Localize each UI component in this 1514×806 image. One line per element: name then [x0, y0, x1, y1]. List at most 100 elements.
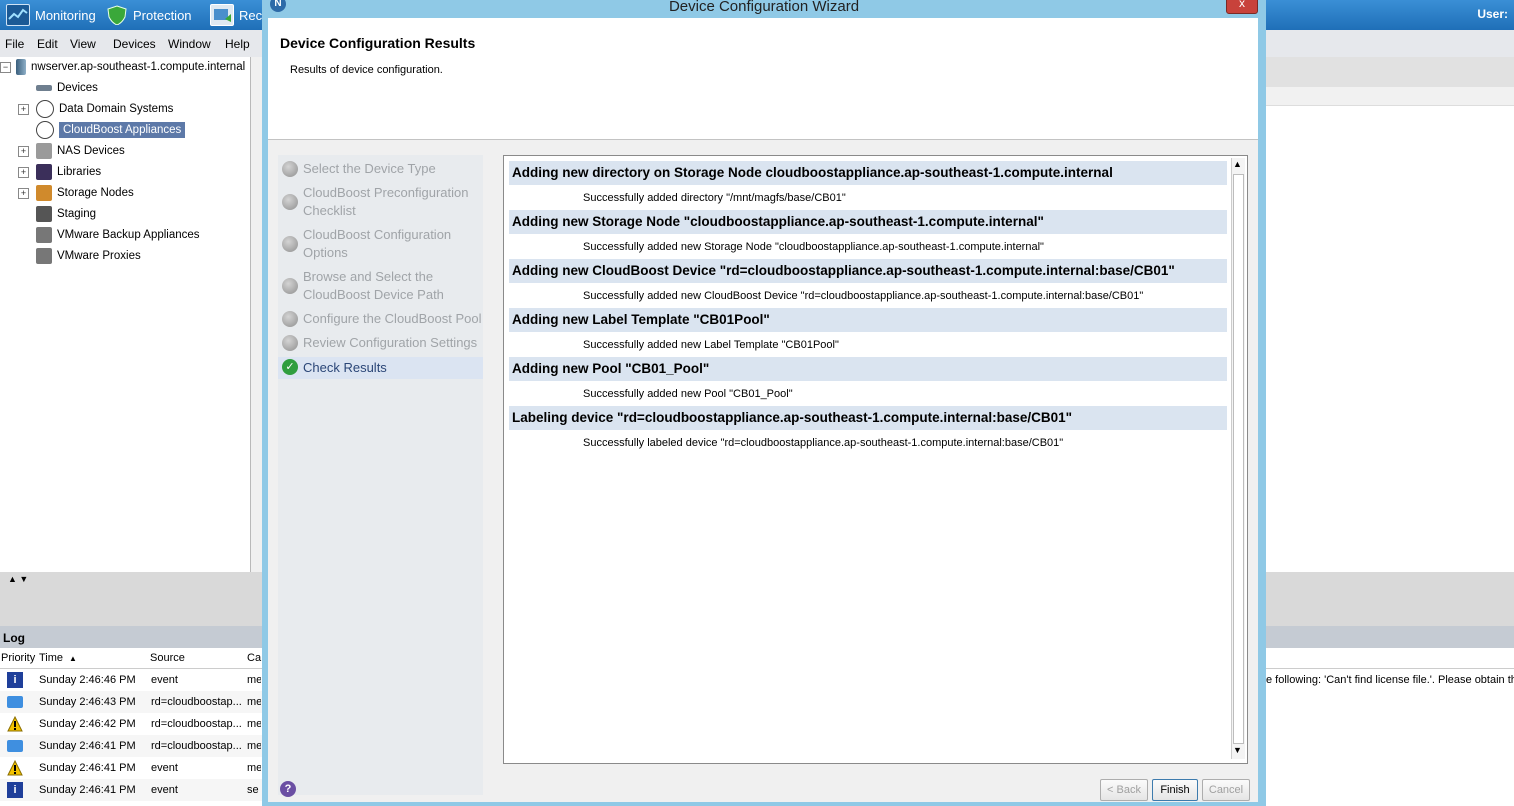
- info-icon: i: [7, 782, 23, 798]
- result-message: Successfully added directory "/mnt/magfs…: [583, 192, 846, 204]
- result-message: Successfully added new CloudBoost Device…: [583, 290, 1144, 302]
- menu-help[interactable]: Help: [225, 37, 250, 51]
- tree-item-staging[interactable]: Staging: [36, 204, 96, 224]
- finish-button[interactable]: Finish: [1152, 779, 1198, 801]
- content-panel: [1266, 57, 1514, 572]
- menu-view[interactable]: View: [70, 37, 96, 51]
- expand-toggle[interactable]: +: [18, 188, 29, 199]
- table-row[interactable]: Sunday 2:46:41 PM event me: [0, 757, 262, 779]
- result-heading: Adding new Storage Node "cloudboostappli…: [509, 210, 1227, 234]
- log-time: Sunday 2:46:46 PM: [39, 674, 136, 686]
- log-title: Log: [3, 631, 25, 645]
- info-icon: i: [7, 672, 23, 688]
- table-row[interactable]: i Sunday 2:46:41 PM event se: [0, 779, 262, 801]
- result-heading: Adding new Pool "CB01_Pool": [509, 357, 1227, 381]
- step-label: Browse and Select the CloudBoost Device …: [303, 269, 444, 302]
- table-row[interactable]: Sunday 2:46:43 PM rd=cloudboostap... me: [0, 691, 262, 713]
- log-source: rd=cloudboostap...: [151, 696, 242, 708]
- log-time: Sunday 2:46:41 PM: [39, 762, 136, 774]
- step-label: Select the Device Type: [303, 161, 436, 176]
- tree-item-data-domain[interactable]: Data Domain Systems: [36, 99, 173, 119]
- monitoring-button[interactable]: Monitoring: [6, 3, 96, 27]
- collapse-root-toggle[interactable]: −: [0, 62, 11, 73]
- tree-item-vmware-proxies[interactable]: VMware Proxies: [36, 246, 141, 266]
- log-table-header: Priority Time ▲ Source Ca: [0, 648, 262, 669]
- tree-item-label: Devices: [57, 82, 98, 94]
- log-source: rd=cloudboostap...: [151, 718, 242, 730]
- step-label: Review Configuration Settings: [303, 335, 478, 350]
- result-heading: Adding new CloudBoost Device "rd=cloudbo…: [509, 259, 1227, 283]
- warning-icon: [7, 716, 23, 732]
- page-title: Device Configuration Results: [280, 35, 476, 51]
- result-heading: Adding new directory on Storage Node clo…: [509, 161, 1227, 185]
- column-time[interactable]: Time: [39, 652, 63, 664]
- tree-root[interactable]: nwserver.ap-southeast-1.compute.internal: [16, 57, 245, 77]
- log-source: rd=cloudboostap...: [151, 740, 242, 752]
- tree-item-vmware-backup[interactable]: VMware Backup Appliances: [36, 225, 200, 245]
- tree-item-cloudboost[interactable]: CloudBoost Appliances: [36, 120, 186, 140]
- column-source[interactable]: Source: [150, 652, 185, 664]
- tree-item-storage-nodes[interactable]: Storage Nodes: [36, 183, 134, 203]
- step-review-settings: Review Configuration Settings: [278, 334, 483, 354]
- tree-item-nas[interactable]: NAS Devices: [36, 141, 125, 161]
- cancel-button[interactable]: Cancel: [1202, 779, 1250, 801]
- step-pending-icon: [282, 311, 298, 327]
- split-arrows-icon[interactable]: ▲ ▼: [8, 574, 28, 584]
- log-source: event: [151, 784, 178, 796]
- step-preconfiguration-checklist: CloudBoost Preconfiguration Checklist: [278, 184, 483, 222]
- vm-icon: [36, 248, 52, 264]
- step-label: CloudBoost Configuration Options: [303, 227, 452, 260]
- log-time: Sunday 2:46:42 PM: [39, 718, 136, 730]
- tree-item-libraries[interactable]: Libraries: [36, 162, 101, 182]
- menu-edit[interactable]: Edit: [37, 37, 58, 51]
- cloudboost-icon: [36, 121, 54, 139]
- menu-file[interactable]: File: [5, 37, 24, 51]
- table-row[interactable]: i Sunday 2:46:46 PM event me: [0, 669, 262, 691]
- step-label: Check Results: [303, 360, 387, 375]
- log-message-text: e following: 'Can't find license file.'.…: [1266, 674, 1514, 686]
- menu-devices[interactable]: Devices: [113, 37, 156, 51]
- result-message: Successfully added new Storage Node "clo…: [583, 241, 1044, 253]
- scroll-down-icon[interactable]: ▼: [1231, 745, 1244, 759]
- page-subtitle: Results of device configuration.: [290, 64, 443, 76]
- expand-toggle[interactable]: +: [18, 104, 29, 115]
- expand-toggle[interactable]: +: [18, 146, 29, 157]
- result-message: Successfully added new Label Template "C…: [583, 339, 839, 351]
- back-button[interactable]: < Back: [1100, 779, 1148, 801]
- step-pending-icon: [282, 335, 298, 351]
- data-domain-icon: [36, 100, 54, 118]
- step-configure-pool: Configure the CloudBoost Pool: [278, 310, 483, 330]
- tree-item-devices[interactable]: Devices: [36, 78, 98, 98]
- help-icon[interactable]: ?: [280, 781, 296, 797]
- table-row[interactable]: Sunday 2:46:42 PM rd=cloudboostap... me: [0, 713, 262, 735]
- dialog-titlebar[interactable]: N Device Configuration Wizard x: [262, 0, 1266, 18]
- log-time: Sunday 2:46:41 PM: [39, 740, 136, 752]
- result-heading: Adding new Label Template "CB01Pool": [509, 308, 1227, 332]
- recover-icon: [210, 4, 234, 26]
- menu-window[interactable]: Window: [168, 37, 211, 51]
- scroll-up-icon[interactable]: ▲: [1231, 159, 1244, 173]
- results-pane: Adding new directory on Storage Node clo…: [503, 155, 1248, 764]
- expand-toggle[interactable]: +: [18, 167, 29, 178]
- message-icon: [7, 740, 23, 752]
- log-source: event: [151, 762, 178, 774]
- tree-item-label: Libraries: [57, 166, 102, 178]
- recover-button[interactable]: Reco: [210, 3, 269, 27]
- step-pending-icon: [282, 194, 298, 210]
- dialog-header: Device Configuration Results Results of …: [268, 18, 1258, 140]
- table-row[interactable]: Sunday 2:46:41 PM rd=cloudboostap... me: [0, 735, 262, 757]
- scroll-thumb[interactable]: [1233, 174, 1244, 744]
- device-icon: [36, 85, 52, 91]
- column-priority[interactable]: Priority: [1, 652, 35, 664]
- log-time: Sunday 2:46:41 PM: [39, 784, 136, 796]
- step-select-device-type: Select the Device Type: [278, 160, 483, 180]
- log-category: me: [247, 718, 261, 730]
- vm-icon: [36, 227, 52, 243]
- device-tree: − nwserver.ap-southeast-1.compute.intern…: [0, 57, 251, 572]
- protection-button[interactable]: Protection: [106, 3, 192, 27]
- log-category: me: [247, 740, 261, 752]
- column-category[interactable]: Ca: [247, 652, 261, 664]
- checkmark-icon: ✓: [282, 359, 298, 375]
- close-button[interactable]: x: [1226, 0, 1258, 14]
- step-label: Configure the CloudBoost Pool: [303, 311, 482, 326]
